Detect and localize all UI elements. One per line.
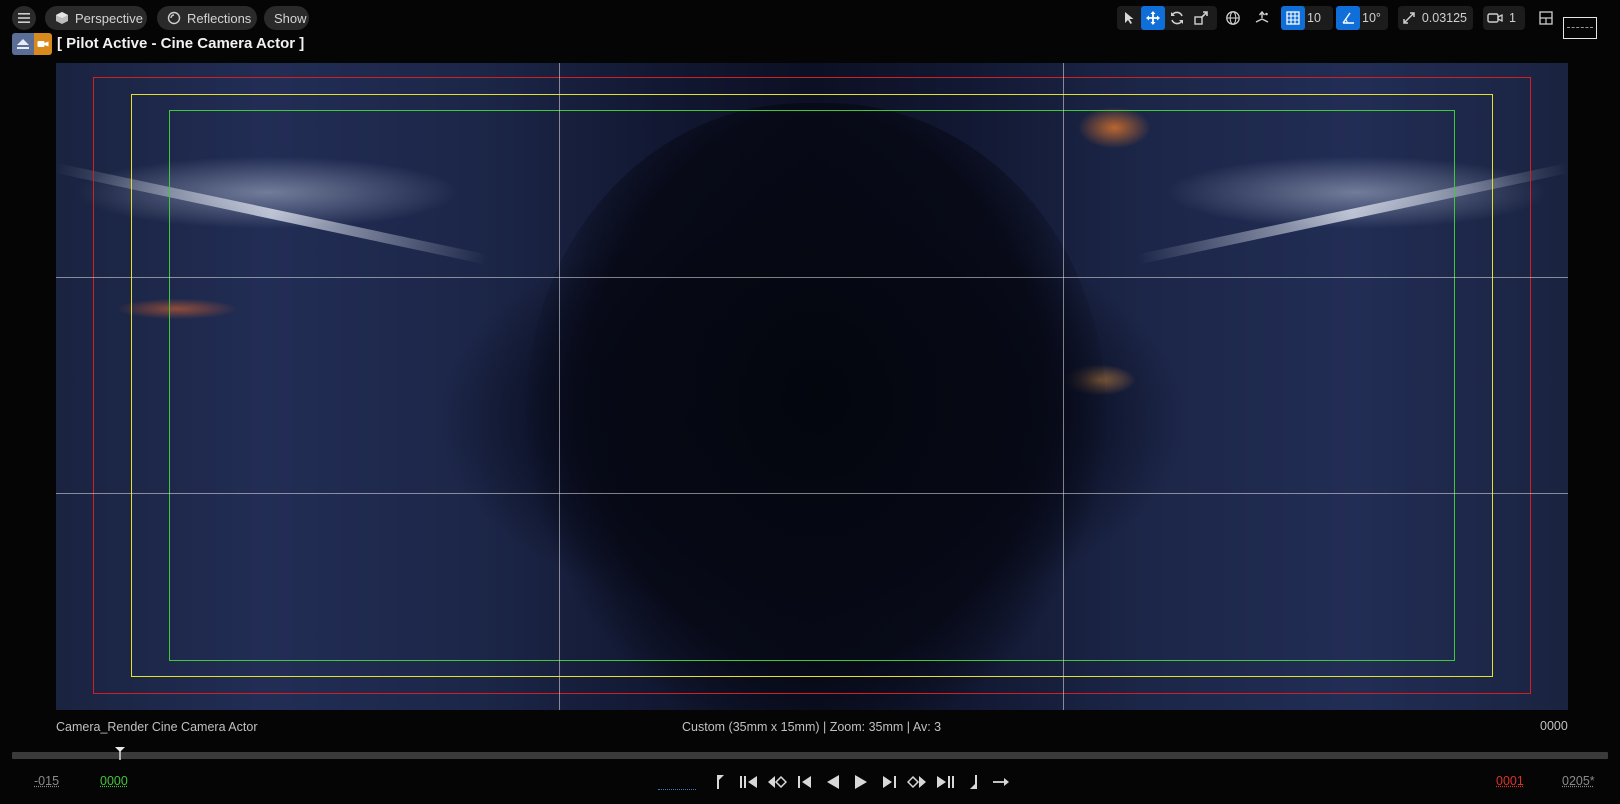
select-arrow-icon[interactable] [1117,6,1141,30]
jump-to-start-button[interactable] [738,771,760,793]
camera-actor-icon [34,33,52,55]
previous-key-button[interactable] [766,771,788,793]
show-button[interactable]: Show [264,6,309,30]
playback-controls [710,771,1012,793]
reflections-icon [167,11,181,25]
grid-snap-value: 10 [1307,11,1321,25]
scale-icon[interactable] [1189,6,1213,30]
scale-snap-icon [1398,6,1420,30]
set-start-marker-button[interactable] [710,771,732,793]
coordinate-space-toggle[interactable] [1221,6,1245,30]
cube-icon [55,11,69,25]
out-frame-field[interactable]: 0001 [1496,774,1524,788]
camera-speed-icon [1483,6,1507,30]
next-frame-button[interactable] [878,771,900,793]
camera-speed-control[interactable]: 1 [1483,6,1525,30]
title-safe-overlay [169,110,1455,661]
play-button[interactable] [850,771,872,793]
perspective-label: Perspective [75,10,143,26]
loop-mode-button[interactable] [990,771,1012,793]
previous-frame-button[interactable] [794,771,816,793]
viewport-size-thumbnail[interactable] [1563,17,1597,39]
jump-to-end-button[interactable] [934,771,956,793]
current-frame-field[interactable]: 0000 [100,774,128,788]
camera-speed-value: 1 [1509,11,1516,25]
start-frame-field[interactable]: -015 [34,774,59,788]
scale-snap-value: 0.03125 [1421,11,1467,25]
camera-name-label: Camera_Render Cine Camera Actor [56,720,258,734]
rotation-snap-value: 10° [1362,11,1381,25]
playback-speed-indicator [658,789,696,790]
hamburger-icon [17,12,31,24]
set-end-marker-button[interactable] [962,771,984,793]
frame-number-label: 0000 [1540,719,1568,733]
transform-tools [1117,6,1217,30]
thirds-grid-line [56,277,1568,278]
globe-icon [1221,6,1245,30]
viewport-layout-button[interactable] [1534,6,1558,30]
eject-pilot-button[interactable] [12,33,52,55]
show-label: Show [274,10,307,26]
rotation-snap-control[interactable]: 10° [1336,6,1388,30]
thirds-grid-line [559,63,560,710]
viewport-toolbar: Perspective Reflections Show 10 10° 0.03… [0,0,1620,39]
timeline-scrubber[interactable] [12,752,1608,759]
translate-icon[interactable] [1141,6,1165,30]
rotate-icon[interactable] [1165,6,1189,30]
angle-snap-icon [1336,6,1360,30]
thirds-grid-line [56,493,1568,494]
end-frame-field[interactable]: 0205* [1562,774,1595,788]
eject-icon [12,33,34,55]
view-mode-button[interactable]: Reflections [157,6,257,30]
play-reverse-button[interactable] [822,771,844,793]
lens-info-label: Custom (35mm x 15mm) | Zoom: 35mm | Av: … [682,720,942,734]
grid-snap-control[interactable]: 10 [1281,6,1333,30]
perspective-button[interactable]: Perspective [45,6,147,30]
surface-snap-icon [1250,6,1274,30]
grid-snap-icon [1281,6,1305,30]
viewport-layout-icon [1534,6,1558,30]
pilot-status-title: [ Pilot Active - Cine Camera Actor ] [57,35,305,52]
playhead-marker[interactable] [114,746,126,760]
thirds-grid-line [1063,63,1064,710]
surface-snap-toggle[interactable] [1250,6,1274,30]
next-key-button[interactable] [906,771,928,793]
viewport-menu-button[interactable] [12,6,36,30]
view-mode-label: Reflections [187,10,252,26]
scale-snap-control[interactable]: 0.03125 [1398,6,1473,30]
